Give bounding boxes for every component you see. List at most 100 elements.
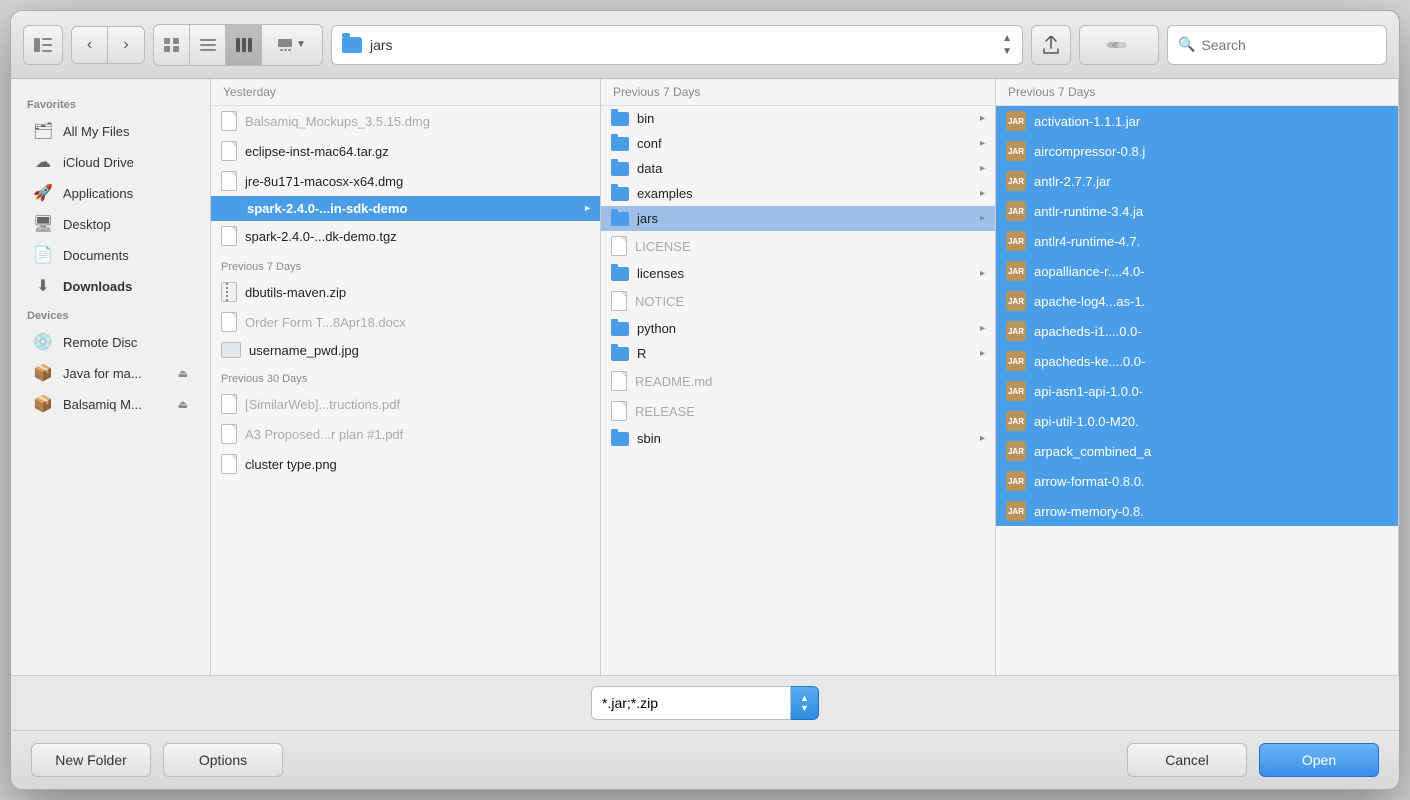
list-item[interactable]: sbin ▸ bbox=[601, 426, 995, 451]
filter-stepper-button[interactable]: ▲ ▼ bbox=[791, 686, 819, 720]
list-item[interactable]: jars ▸ bbox=[601, 206, 995, 231]
list-item[interactable]: examples ▸ bbox=[601, 181, 995, 206]
list-item[interactable]: JAR apacheds-i1....0.0- bbox=[996, 316, 1398, 346]
file-icon bbox=[611, 291, 627, 311]
filter-input-wrap bbox=[591, 686, 791, 720]
list-item[interactable]: [SimilarWeb]...tructions.pdf bbox=[211, 389, 600, 419]
options-button[interactable]: Options bbox=[163, 743, 283, 777]
list-item[interactable]: eclipse-inst-mac64.tar.gz bbox=[211, 136, 600, 166]
sidebar-item-desktop[interactable]: 🖥 Desktop bbox=[17, 209, 204, 239]
list-item[interactable]: JAR aircompressor-0.8.j bbox=[996, 136, 1398, 166]
file-icon bbox=[221, 394, 237, 414]
file-name: dbutils-maven.zip bbox=[245, 285, 590, 300]
column-view-button[interactable] bbox=[226, 25, 262, 65]
list-view-button[interactable] bbox=[190, 25, 226, 65]
file-name: README.md bbox=[635, 374, 985, 389]
balsamiq-icon: 📦 bbox=[33, 394, 53, 414]
list-item[interactable]: Balsamiq_Mockups_3.5.15.dmg bbox=[211, 106, 600, 136]
sidebar-item-all-my-files[interactable]: 🗂 All My Files bbox=[17, 116, 204, 146]
list-item[interactable]: data ▸ bbox=[601, 156, 995, 181]
file-icon bbox=[221, 141, 237, 161]
new-folder-button[interactable]: New Folder bbox=[31, 743, 151, 777]
list-item[interactable]: spark-2.4.0-...dk-demo.tgz bbox=[211, 221, 600, 251]
list-item[interactable]: A3 Proposed...r plan #1.pdf bbox=[211, 419, 600, 449]
search-bar[interactable]: 🔍 bbox=[1167, 25, 1387, 65]
list-item[interactable]: bin ▸ bbox=[601, 106, 995, 131]
list-item[interactable]: LICENSE bbox=[601, 231, 995, 261]
arrow-icon: ▸ bbox=[980, 188, 985, 199]
list-item[interactable]: spark-2.4.0-...in-sdk-demo ▸ bbox=[211, 196, 600, 221]
documents-icon: 📄 bbox=[33, 245, 53, 265]
folder-icon bbox=[611, 267, 629, 281]
list-item[interactable]: conf ▸ bbox=[601, 131, 995, 156]
file-name: R bbox=[637, 346, 972, 361]
share-button[interactable] bbox=[1031, 25, 1071, 65]
arrow-icon: ▸ bbox=[980, 213, 985, 224]
arrow-icon: ▸ bbox=[980, 268, 985, 279]
location-up-button[interactable]: ▲ bbox=[1002, 33, 1012, 44]
list-item[interactable]: JAR antlr4-runtime-4.7. bbox=[996, 226, 1398, 256]
sidebar-item-documents[interactable]: 📄 Documents bbox=[17, 240, 204, 270]
folder-icon bbox=[611, 322, 629, 336]
list-item[interactable]: JAR api-asn1-api-1.0.0- bbox=[996, 376, 1398, 406]
right-header: Previous 7 Days bbox=[996, 79, 1398, 106]
sidebar-toggle-button[interactable] bbox=[23, 25, 63, 65]
list-item[interactable]: JAR activation-1.1.1.jar bbox=[996, 106, 1398, 136]
file-icon bbox=[611, 401, 627, 421]
list-item[interactable]: JAR antlr-runtime-3.4.ja bbox=[996, 196, 1398, 226]
list-item[interactable]: dbutils-maven.zip bbox=[211, 277, 600, 307]
filter-input[interactable] bbox=[602, 695, 780, 711]
file-icon bbox=[221, 226, 237, 246]
folder-icon bbox=[611, 187, 629, 201]
sidebar-item-label: Documents bbox=[63, 248, 129, 263]
sidebar-item-java[interactable]: 📦 Java for ma... ⏏ bbox=[17, 358, 204, 388]
list-item[interactable]: NOTICE bbox=[601, 286, 995, 316]
list-item[interactable]: username_pwd.jpg bbox=[211, 337, 600, 363]
search-input[interactable] bbox=[1201, 37, 1376, 53]
sidebar-item-applications[interactable]: 🚀 Applications bbox=[17, 178, 204, 208]
sidebar-item-remote-disc[interactable]: 💿 Remote Disc bbox=[17, 327, 204, 357]
view-mode-group: ▼ bbox=[153, 24, 323, 66]
list-item[interactable]: jre-8u171-macosx-x64.dmg bbox=[211, 166, 600, 196]
zip-icon bbox=[221, 282, 237, 302]
bottom-left-buttons: New Folder Options bbox=[31, 743, 283, 777]
eject-icon[interactable]: ⏏ bbox=[178, 367, 188, 380]
sidebar-item-balsamiq[interactable]: 📦 Balsamiq M... ⏏ bbox=[17, 389, 204, 419]
back-button[interactable]: ‹ bbox=[72, 27, 108, 63]
cancel-button[interactable]: Cancel bbox=[1127, 743, 1247, 777]
file-name: licenses bbox=[637, 266, 972, 281]
list-item[interactable]: JAR antlr-2.7.7.jar bbox=[996, 166, 1398, 196]
sidebar-item-label: All My Files bbox=[63, 124, 129, 139]
file-name: antlr-2.7.7.jar bbox=[1034, 174, 1388, 189]
list-item[interactable]: JAR apache-log4...as-1. bbox=[996, 286, 1398, 316]
list-item[interactable]: JAR arrow-format-0.8.0. bbox=[996, 466, 1398, 496]
main-area: Favorites 🗂 All My Files ☁ iCloud Drive … bbox=[11, 79, 1399, 675]
list-item[interactable]: JAR api-util-1.0.0-M20. bbox=[996, 406, 1398, 436]
sidebar-item-downloads[interactable]: ⬇ Downloads bbox=[17, 271, 204, 301]
list-item[interactable]: cluster type.png bbox=[211, 449, 600, 479]
list-item[interactable]: JAR arrow-memory-0.8. bbox=[996, 496, 1398, 526]
location-down-button[interactable]: ▼ bbox=[1002, 46, 1012, 57]
remote-disc-icon: 💿 bbox=[33, 332, 53, 352]
forward-button[interactable]: › bbox=[108, 27, 144, 63]
gallery-view-button[interactable]: ▼ bbox=[262, 25, 322, 65]
favorites-section-label: Favorites bbox=[11, 91, 210, 115]
location-bar[interactable]: jars ▲ ▼ bbox=[331, 25, 1023, 65]
tag-button[interactable] bbox=[1079, 25, 1159, 65]
file-name: examples bbox=[637, 186, 972, 201]
list-item[interactable]: R ▸ bbox=[601, 341, 995, 366]
open-button[interactable]: Open bbox=[1259, 743, 1379, 777]
list-item[interactable]: licenses ▸ bbox=[601, 261, 995, 286]
list-item[interactable]: JAR apacheds-ke....0.0- bbox=[996, 346, 1398, 376]
eject-icon-balsamiq[interactable]: ⏏ bbox=[178, 398, 188, 411]
list-item[interactable]: JAR aopalliance-r....4.0- bbox=[996, 256, 1398, 286]
list-item[interactable]: RELEASE bbox=[601, 396, 995, 426]
list-item[interactable]: python ▸ bbox=[601, 316, 995, 341]
downloads-icon: ⬇ bbox=[33, 276, 53, 296]
icon-view-button[interactable] bbox=[154, 25, 190, 65]
sidebar-item-icloud-drive[interactable]: ☁ iCloud Drive bbox=[17, 147, 204, 177]
list-item[interactable]: JAR arpack_combined_a bbox=[996, 436, 1398, 466]
list-item[interactable]: Order Form T...8Apr18.docx bbox=[211, 307, 600, 337]
file-name: jars bbox=[637, 211, 972, 226]
list-item[interactable]: README.md bbox=[601, 366, 995, 396]
